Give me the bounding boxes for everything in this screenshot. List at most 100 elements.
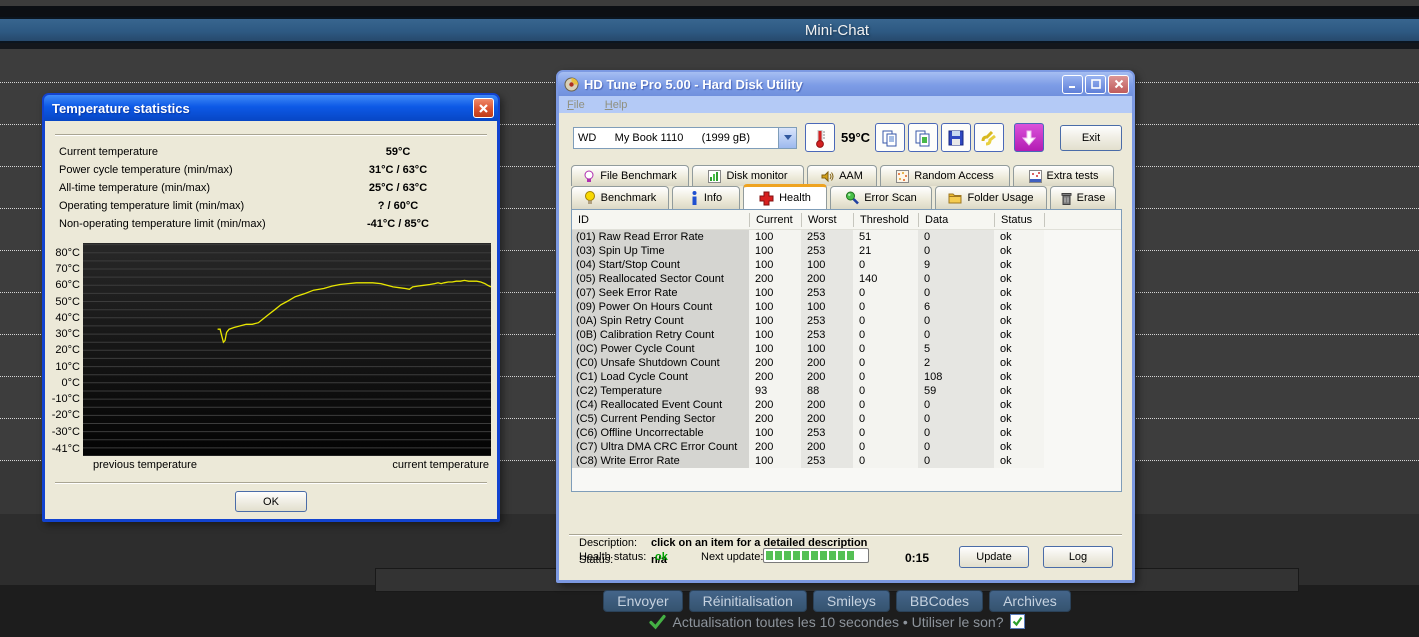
send-button[interactable]: Envoyer <box>603 590 683 612</box>
y-axis-tick: 20°C <box>55 344 80 356</box>
attribute-data: 2 <box>918 356 994 370</box>
smart-attribute-row[interactable]: (C0) Unsafe Shutdown Count 200 200 0 2 o… <box>572 356 1121 370</box>
tab-label: Error Scan <box>864 192 917 204</box>
tab-folder-usage[interactable]: Folder Usage <box>935 186 1047 209</box>
smart-attribute-row[interactable]: (C2) Temperature 93 88 0 59 ok <box>572 384 1121 398</box>
smart-attribute-row[interactable]: (C1) Load Cycle Count 200 200 0 108 ok <box>572 370 1121 384</box>
smart-attribute-row[interactable]: (01) Raw Read Error Rate 100 253 51 0 ok <box>572 230 1121 244</box>
tab-aam[interactable]: AAM <box>807 165 877 186</box>
smart-attribute-row[interactable]: (C6) Offline Uncorrectable 100 253 0 0 o… <box>572 426 1121 440</box>
attribute-current: 100 <box>749 314 801 328</box>
next-update-label: Next update: <box>701 551 764 563</box>
sound-checkbox[interactable] <box>1010 614 1026 629</box>
attribute-worst: 200 <box>801 440 853 454</box>
column-header[interactable]: Current <box>749 212 801 227</box>
temperature-button[interactable] <box>805 123 835 152</box>
attribute-worst: 253 <box>801 426 853 440</box>
column-header[interactable]: Worst <box>801 212 853 227</box>
attribute-threshold: 0 <box>853 328 918 342</box>
tab-erase[interactable]: Erase <box>1050 186 1116 209</box>
progress-segment <box>838 551 845 560</box>
attribute-threshold: 140 <box>853 272 918 286</box>
speaker-icon <box>821 170 834 182</box>
smart-attribute-row[interactable]: (07) Seek Error Rate 100 253 0 0 ok <box>572 286 1121 300</box>
smart-attribute-row[interactable]: (0C) Power Cycle Count 100 100 0 5 ok <box>572 342 1121 356</box>
temperature-readout: 59°C <box>841 130 871 145</box>
attribute-status: ok <box>994 398 1044 412</box>
reset-button[interactable]: Réinitialisation <box>688 590 807 612</box>
menu-help[interactable]: Help <box>605 99 628 111</box>
attribute-threshold: 0 <box>853 258 918 272</box>
smart-attribute-row[interactable]: (0A) Spin Retry Count 100 253 0 0 ok <box>572 314 1121 328</box>
smileys-button[interactable]: Smileys <box>812 590 890 612</box>
bbcodes-button[interactable]: BBCodes <box>895 590 984 612</box>
exit-button[interactable]: Exit <box>1060 124 1122 151</box>
download-button[interactable] <box>1014 123 1044 152</box>
menu-file[interactable]: File <box>567 99 585 111</box>
refresh-note: Actualisation toutes les 10 secondes • U… <box>0 613 1419 630</box>
y-axis-tick: 60°C <box>55 279 80 291</box>
attribute-id: (05) Reallocated Sector Count <box>572 272 749 286</box>
ok-button[interactable]: OK <box>235 491 307 512</box>
stat-value: 59°C <box>385 146 411 158</box>
smart-attribute-row[interactable]: (C7) Ultra DMA CRC Error Count 200 200 0… <box>572 440 1121 454</box>
tab-benchmark[interactable]: Benchmark <box>571 186 669 209</box>
stat-row: Non-operating temperature limit (min/max… <box>59 215 483 233</box>
attribute-data: 0 <box>918 272 994 286</box>
attribute-worst: 253 <box>801 286 853 300</box>
smart-attribute-row[interactable]: (09) Power On Hours Count 100 100 0 6 ok <box>572 300 1121 314</box>
smart-attribute-row[interactable]: (0B) Calibration Retry Count 100 253 0 0… <box>572 328 1121 342</box>
progress-segment <box>820 551 827 560</box>
smart-attribute-row[interactable]: (03) Spin Up Time 100 253 21 0 ok <box>572 244 1121 258</box>
smart-attribute-row[interactable]: (04) Start/Stop Count 100 100 0 9 ok <box>572 258 1121 272</box>
smart-attribute-row[interactable]: (05) Reallocated Sector Count 200 200 14… <box>572 272 1121 286</box>
stat-value: ? / 60°C <box>377 200 419 212</box>
attribute-worst: 100 <box>801 342 853 356</box>
attribute-status: ok <box>994 356 1044 370</box>
log-button[interactable]: Log <box>1043 546 1113 568</box>
dialog-titlebar[interactable]: Temperature statistics <box>44 95 498 121</box>
tab-error-scan[interactable]: Error Scan <box>830 186 932 209</box>
close-button[interactable] <box>1108 74 1129 94</box>
tab-extra-tests[interactable]: Extra tests <box>1013 165 1114 186</box>
tab-label: Erase <box>1076 192 1106 204</box>
green-check-icon <box>648 614 666 630</box>
attribute-data: 0 <box>918 426 994 440</box>
copy-screenshot-button[interactable] <box>908 123 938 152</box>
column-header[interactable]: Threshold <box>853 212 918 227</box>
close-button[interactable] <box>473 98 494 118</box>
tab-info[interactable]: Info <box>672 186 740 209</box>
maximize-button[interactable] <box>1085 74 1106 94</box>
save-button[interactable] <box>941 123 971 152</box>
tab-disk-monitor[interactable]: Disk monitor <box>692 165 804 186</box>
tab-row-upper: File Benchmark Disk monitor AAM Random A… <box>571 165 1114 186</box>
minimize-button[interactable] <box>1062 74 1083 94</box>
attribute-current: 100 <box>749 426 801 440</box>
smart-attribute-row[interactable]: (C5) Current Pending Sector 200 200 0 0 … <box>572 412 1121 426</box>
dropdown-arrow-button[interactable] <box>778 127 796 148</box>
update-button[interactable]: Update <box>959 546 1029 568</box>
drive-select-dropdown[interactable]: WD My Book 1110 (1999 gB) <box>573 126 797 149</box>
tab-health[interactable]: Health <box>743 184 827 209</box>
tab-file-benchmark[interactable]: File Benchmark <box>571 165 689 186</box>
copy-image-icon <box>915 130 930 146</box>
copy-button[interactable] <box>875 123 905 152</box>
column-header[interactable]: Status <box>994 212 1044 227</box>
smart-attribute-row[interactable]: (C4) Reallocated Event Count 200 200 0 0… <box>572 398 1121 412</box>
stat-value: 31°C / 63°C <box>368 164 428 176</box>
attribute-id: (0B) Calibration Retry Count <box>572 328 749 342</box>
countdown-value: 0:15 <box>905 551 930 565</box>
tab-random-access[interactable]: Random Access <box>880 165 1010 186</box>
attribute-id: (01) Raw Read Error Rate <box>572 230 749 244</box>
smart-attribute-row[interactable]: (C8) Write Error Rate 100 253 0 0 ok <box>572 454 1121 468</box>
window-titlebar[interactable]: HD Tune Pro 5.00 - Hard Disk Utility <box>558 72 1133 96</box>
attribute-threshold: 0 <box>853 342 918 356</box>
archives-button[interactable]: Archives <box>989 590 1071 612</box>
column-header[interactable]: ID <box>572 213 749 227</box>
progress-segment <box>847 551 854 560</box>
options-button[interactable] <box>974 123 1004 152</box>
column-header[interactable]: Data <box>918 212 994 227</box>
temperature-stats-list: Current temperature 59°C Power cycle tem… <box>59 143 483 233</box>
folder-icon <box>948 193 962 204</box>
attribute-threshold: 0 <box>853 356 918 370</box>
